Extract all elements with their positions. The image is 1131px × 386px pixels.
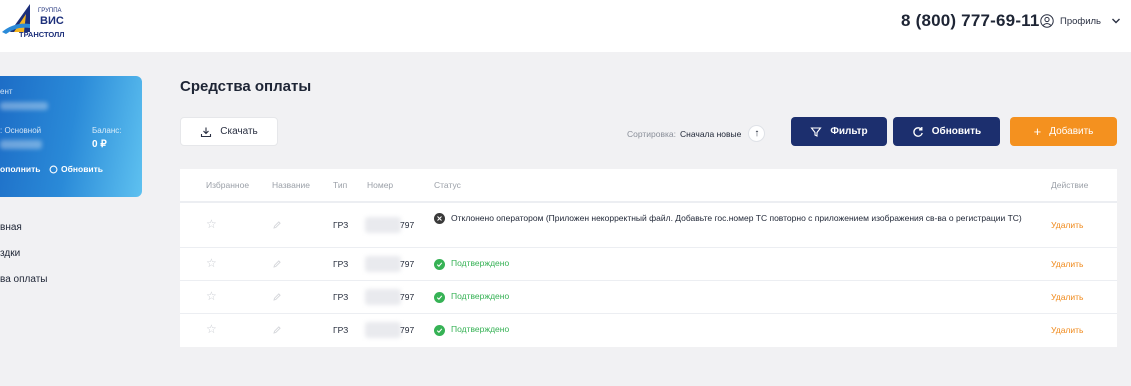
sidebar-item-payment-means[interactable]: ва оплаты xyxy=(0,274,47,285)
refresh-icon xyxy=(913,126,923,137)
payment-means-table: Избранное Название Тип Номер Статус Дейс… xyxy=(180,169,1117,347)
refresh-button[interactable]: Обновить xyxy=(893,117,1000,146)
download-icon xyxy=(201,127,212,137)
topup-button[interactable]: ополнить xyxy=(0,164,40,174)
client-label: ент xyxy=(0,87,13,96)
star-icon[interactable]: ☆ xyxy=(206,256,217,270)
user-icon xyxy=(1040,14,1054,28)
rejected-status-icon xyxy=(434,213,445,224)
client-name-redacted xyxy=(0,102,48,110)
add-label: Добавить xyxy=(1049,126,1094,137)
sort-label: Сортировка: xyxy=(627,128,677,139)
type-cell: ГРЗ xyxy=(333,220,349,230)
row-divider xyxy=(180,313,1117,314)
account-card: ент : Основной Баланс: 0 ₽ ополнить Обно… xyxy=(0,76,142,197)
logo-text-bottom: ТРАНСТОЛЛ xyxy=(19,30,65,39)
status-text: Подтверждено xyxy=(451,324,510,334)
logo-text-top: ГРУППА xyxy=(38,8,62,14)
page-title: Средства оплаты xyxy=(180,78,312,95)
sidebar-item-trips[interactable]: здки xyxy=(0,248,20,259)
profile-label: Профиль xyxy=(1060,15,1102,27)
check-icon xyxy=(434,292,445,303)
status-cell: Подтверждено xyxy=(434,258,509,270)
sort-value: Сначала новые xyxy=(680,128,742,139)
edit-icon[interactable] xyxy=(272,220,282,230)
number-cell: 797 xyxy=(400,292,415,302)
profile-menu[interactable]: Профиль xyxy=(1040,14,1121,28)
sort-direction-icon[interactable]: ↑ xyxy=(748,125,766,142)
column-header-favorite: Избранное xyxy=(206,180,250,190)
number-cell: 797 xyxy=(400,220,415,230)
status-cell: Отклонено оператором (Приложен некоррект… xyxy=(434,212,1024,225)
company-logo[interactable]: ГРУППА ВИС ТРАНСТОЛЛ xyxy=(0,2,80,48)
column-header-action: Действие xyxy=(1051,180,1089,190)
card-refresh-button[interactable]: Обновить xyxy=(49,164,103,174)
balance-value: 0 ₽ xyxy=(92,139,107,150)
delete-link[interactable]: Удалить xyxy=(1051,259,1083,269)
star-icon[interactable]: ☆ xyxy=(206,322,217,336)
support-phone[interactable]: 8 (800) 777-69-11 xyxy=(901,11,1040,31)
refresh-label: Обновить xyxy=(931,126,982,137)
refresh-icon xyxy=(49,165,58,173)
add-button[interactable]: + Добавить xyxy=(1010,117,1117,146)
status-cell: Подтверждено xyxy=(434,291,509,303)
number-redacted xyxy=(365,217,401,233)
number-redacted xyxy=(365,322,401,338)
delete-link[interactable]: Удалить xyxy=(1051,220,1083,230)
chevron-down-icon xyxy=(1112,18,1121,24)
column-header-name: Название xyxy=(272,180,310,190)
topup-label: ополнить xyxy=(0,164,41,174)
card-refresh-label: Обновить xyxy=(61,164,104,174)
delete-link[interactable]: Удалить xyxy=(1051,292,1083,302)
account-type-label: : Основной xyxy=(0,126,42,135)
edit-icon[interactable] xyxy=(272,259,282,269)
row-divider xyxy=(180,247,1117,248)
type-cell: ГРЗ xyxy=(333,259,349,269)
account-number-redacted xyxy=(0,140,42,149)
logo-text-main: ВИС xyxy=(40,15,64,27)
type-cell: ГРЗ xyxy=(333,325,349,335)
edit-icon[interactable] xyxy=(272,292,282,302)
sort-control[interactable]: Сортировка: Сначала новые ↑ xyxy=(627,125,766,142)
status-text: Подтверждено xyxy=(451,258,510,268)
number-cell: 797 xyxy=(400,325,415,335)
number-redacted xyxy=(365,256,401,272)
column-header-number: Номер xyxy=(367,180,394,190)
top-bar: ГРУППА ВИС ТРАНСТОЛЛ 8 (800) 777-69-11 П… xyxy=(0,0,1131,52)
column-header-status: Статус xyxy=(434,180,461,190)
plus-icon: + xyxy=(1033,124,1042,139)
download-label: Скачать xyxy=(220,126,258,137)
filter-button[interactable]: Фильтр xyxy=(791,117,887,146)
star-icon[interactable]: ☆ xyxy=(206,289,217,303)
status-cell: Подтверждено xyxy=(434,324,509,336)
check-icon xyxy=(434,259,445,270)
download-button[interactable]: Скачать xyxy=(180,117,278,146)
edit-icon[interactable] xyxy=(272,325,282,335)
header-divider xyxy=(180,201,1117,203)
filter-icon xyxy=(810,126,822,137)
number-redacted xyxy=(365,289,401,305)
delete-link[interactable]: Удалить xyxy=(1051,325,1083,335)
column-header-type: Тип xyxy=(333,180,348,190)
type-cell: ГРЗ xyxy=(333,292,349,302)
number-cell: 797 xyxy=(400,259,415,269)
filter-label: Фильтр xyxy=(830,126,868,137)
sidebar-item-main[interactable]: вная xyxy=(0,222,22,233)
row-divider xyxy=(180,280,1117,281)
star-icon[interactable]: ☆ xyxy=(206,217,217,231)
status-text: Отклонено оператором (Приложен некоррект… xyxy=(451,213,1022,223)
balance-label: Баланс: xyxy=(92,126,122,135)
check-icon xyxy=(434,325,445,336)
status-text: Подтверждено xyxy=(451,291,510,301)
